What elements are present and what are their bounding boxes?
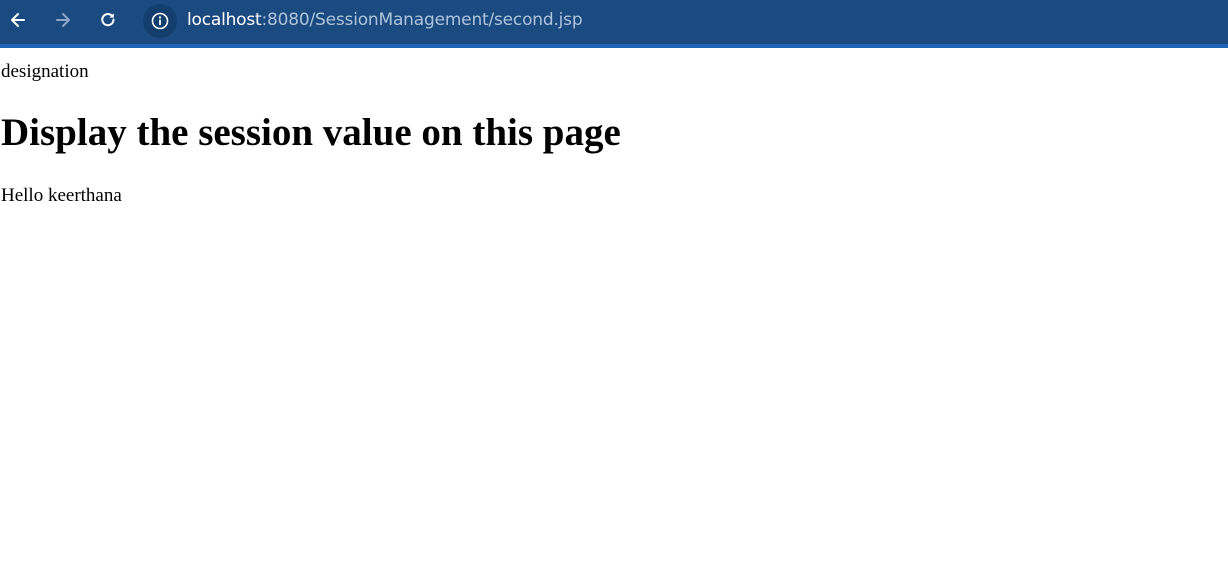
info-icon xyxy=(151,12,169,30)
greeting-text: Hello keerthana xyxy=(1,185,122,206)
back-arrow-icon xyxy=(11,13,25,27)
reload-icon xyxy=(101,13,115,27)
url-host: localhost xyxy=(187,10,262,30)
address-bar[interactable]: localhost:8080/SessionManagement/second.… xyxy=(140,2,1220,40)
forward-button[interactable] xyxy=(49,6,77,34)
page-heading: Display the session value on this page xyxy=(1,111,621,154)
back-button[interactable] xyxy=(4,6,32,34)
reload-button[interactable] xyxy=(94,6,122,34)
page-content: designation Display the session value on… xyxy=(0,48,1228,568)
designation-text: designation xyxy=(1,61,89,82)
site-info-button[interactable] xyxy=(143,4,177,38)
browser-toolbar: localhost:8080/SessionManagement/second.… xyxy=(0,0,1228,44)
forward-arrow-icon xyxy=(56,13,70,27)
url-text[interactable]: localhost:8080/SessionManagement/second.… xyxy=(187,10,583,30)
url-path: :8080/SessionManagement/second.jsp xyxy=(261,10,583,30)
